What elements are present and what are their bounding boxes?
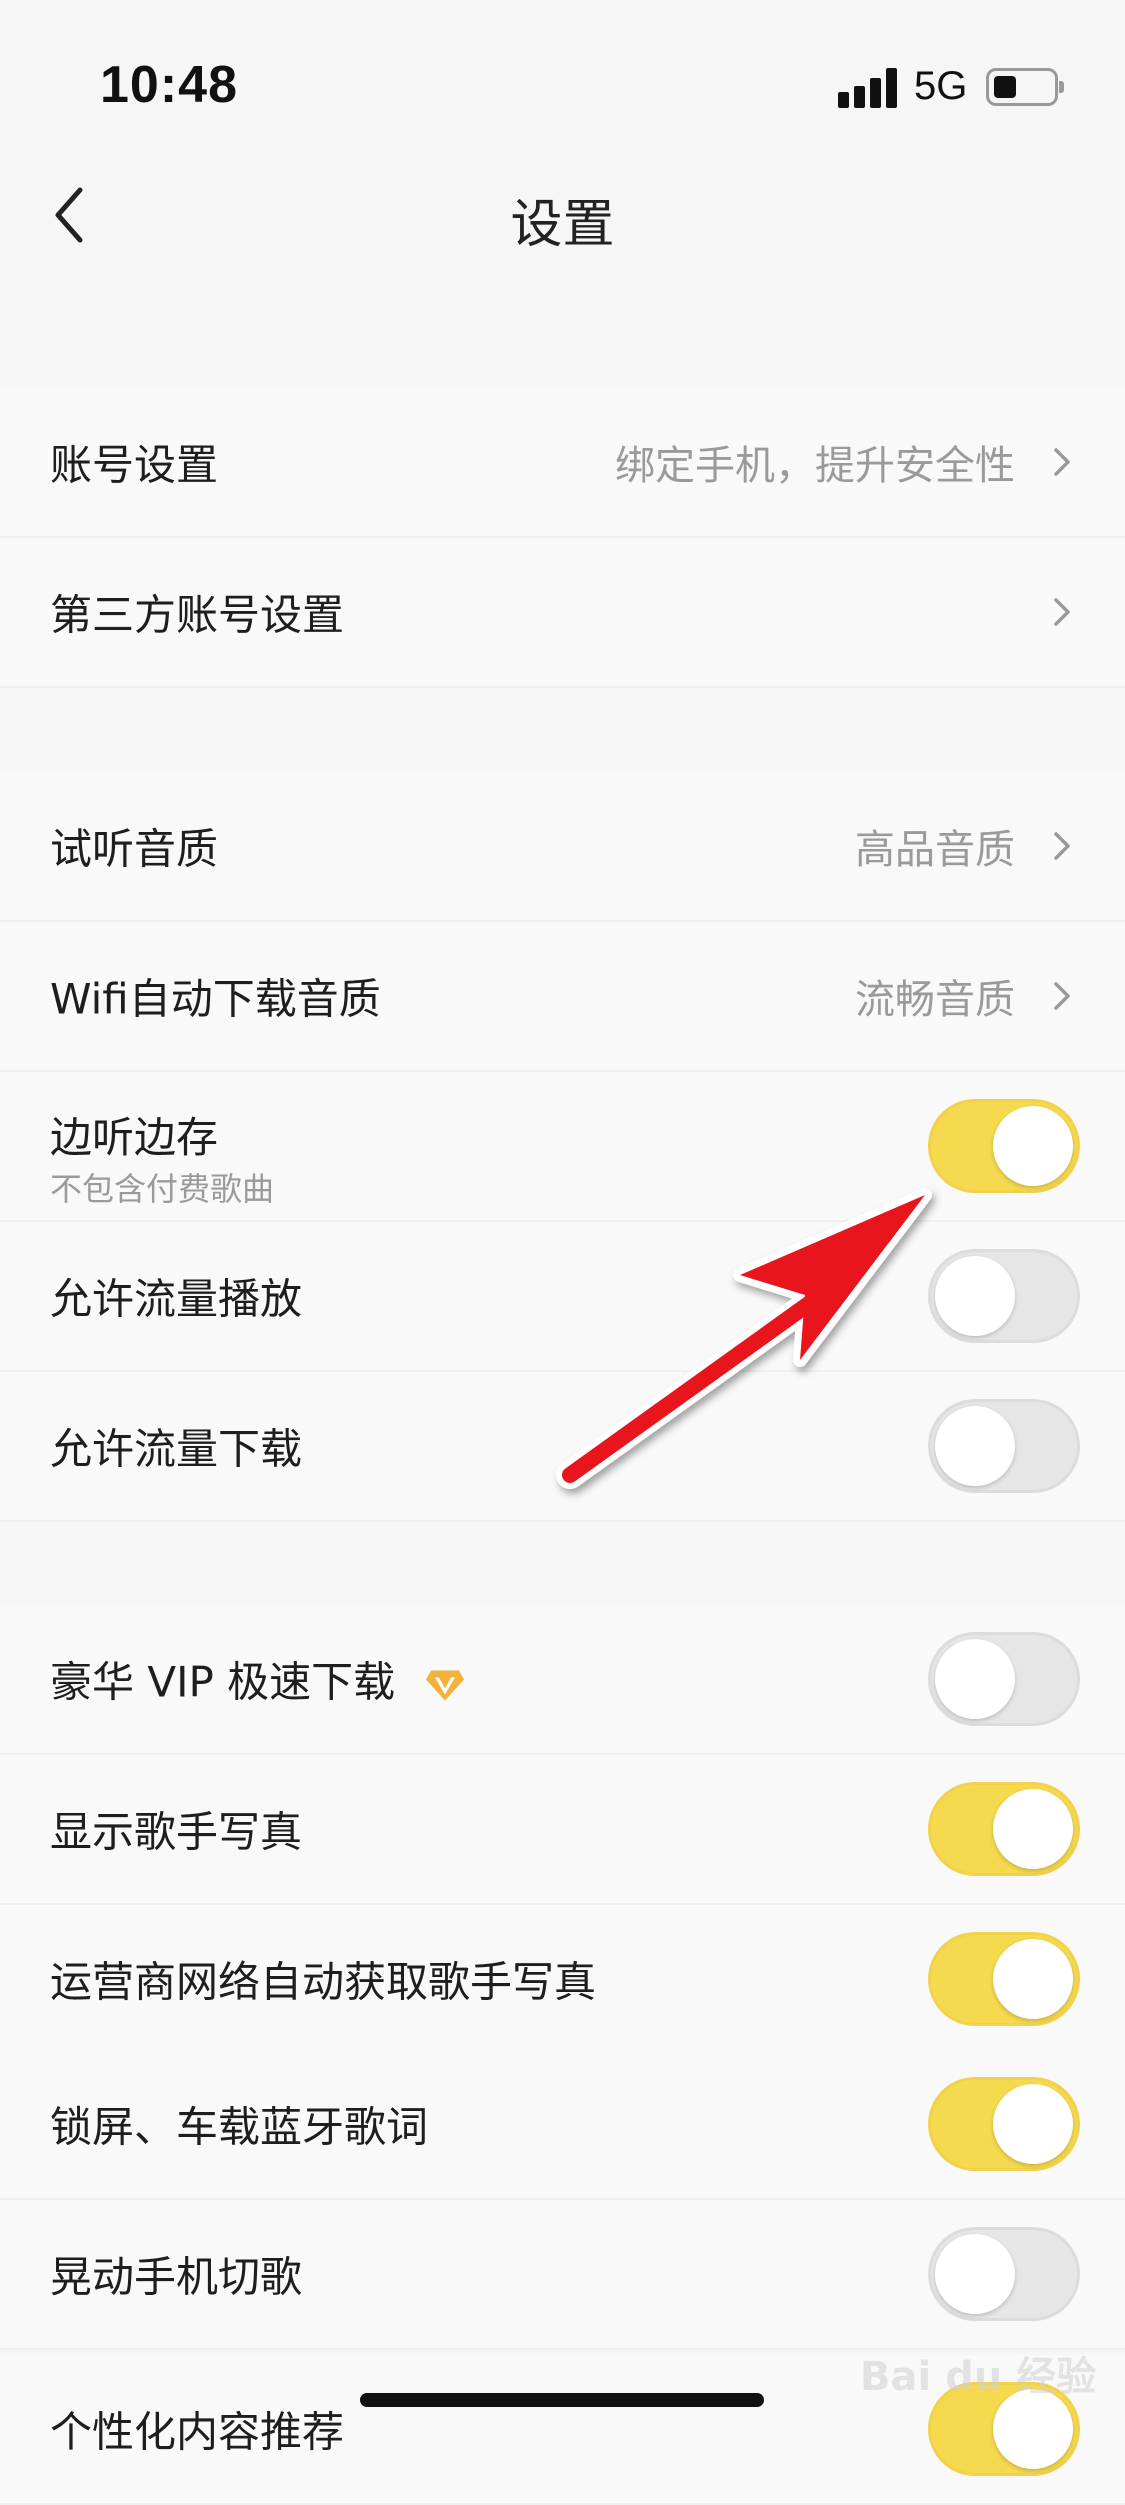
- watermark-text: Bai du 经验: [860, 2354, 1097, 2400]
- status-time: 10:48: [100, 56, 238, 114]
- settings-row-vip-fast-download[interactable]: 豪华 VIP 极速下载: [0, 1605, 1125, 1755]
- toggle-switch[interactable]: [928, 2077, 1080, 2171]
- status-bar: 10:48 5G: [0, 0, 1125, 150]
- toggle-switch[interactable]: [928, 1099, 1080, 1193]
- settings-row-preview-quality[interactable]: 试听音质 高品音质: [0, 772, 1125, 922]
- chevron-right-icon: [1054, 598, 1070, 626]
- row-label: 试听音质: [50, 824, 219, 874]
- toggle-switch[interactable]: [928, 1782, 1080, 1876]
- network-type: 5G: [914, 64, 968, 108]
- row-label: Wifi自动下载音质: [50, 974, 381, 1024]
- toggle-knob: [993, 1106, 1073, 1186]
- settings-row-cache-while-listening[interactable]: 边听边存不包含付费歌曲: [0, 1072, 1125, 1222]
- row-label: 第三方账号设置: [50, 590, 345, 640]
- toggle-switch[interactable]: [928, 1932, 1080, 2026]
- settings-row-account[interactable]: 账号设置 绑定手机，提升安全性: [0, 388, 1125, 538]
- baidu-jingyan-watermark: Bai du 经验: [860, 2320, 1096, 2410]
- toggle-switch[interactable]: [928, 1249, 1080, 1343]
- settings-row-allow-data-play[interactable]: 允许流量播放: [0, 1222, 1125, 1372]
- toggle-knob: [935, 2234, 1015, 2314]
- row-value: 流畅音质: [855, 977, 1015, 1023]
- home-indicator[interactable]: [360, 2393, 764, 2407]
- settings-row-wifi-download-quality[interactable]: Wifi自动下载音质 流畅音质: [0, 922, 1125, 1072]
- chevron-right-icon: [1054, 982, 1070, 1010]
- chevron-right-icon: [1054, 832, 1070, 860]
- row-label: 豪华 VIP 极速下载: [50, 1649, 465, 1710]
- toggle-switch[interactable]: [928, 2227, 1080, 2321]
- toggle-knob: [935, 1639, 1015, 1719]
- toggle-knob: [993, 2084, 1073, 2164]
- row-label: 允许流量下载: [50, 1424, 303, 1474]
- row-label: 运营商网络自动获取歌手写真: [50, 1957, 597, 2007]
- settings-row-third-party[interactable]: 第三方账号设置: [0, 538, 1125, 688]
- battery-icon: [986, 68, 1064, 106]
- settings-row-lockscreen-lyrics[interactable]: 锁屏、车载蓝牙歌词: [0, 2050, 1125, 2200]
- row-label: 允许流量播放: [50, 1274, 303, 1324]
- toggle-knob: [993, 1939, 1073, 2019]
- row-label: 账号设置: [50, 440, 219, 490]
- chevron-right-icon: [1054, 448, 1070, 476]
- settings-row-carrier-artist-photo[interactable]: 运营商网络自动获取歌手写真: [0, 1905, 1125, 2055]
- row-label: 个性化内容推荐: [50, 2407, 345, 2457]
- signal-strength-icon: [838, 66, 900, 108]
- row-label: 显示歌手写真: [50, 1807, 303, 1857]
- toggle-switch[interactable]: [928, 1632, 1080, 1726]
- toggle-knob: [935, 1256, 1015, 1336]
- toggle-knob: [935, 1406, 1015, 1486]
- row-sublabel: 不包含付费歌曲: [50, 1170, 275, 1208]
- settings-row-show-artist-photo[interactable]: 显示歌手写真: [0, 1755, 1125, 1905]
- row-value: 高品音质: [855, 827, 1015, 873]
- toggle-switch[interactable]: [928, 1399, 1080, 1493]
- row-label: 边听边存: [50, 1113, 219, 1162]
- row-label: 晃动手机切歌: [50, 2252, 303, 2302]
- row-label: 锁屏、车载蓝牙歌词: [50, 2102, 429, 2152]
- toggle-knob: [993, 1789, 1073, 1869]
- vip-diamond-icon: [426, 1670, 465, 1700]
- row-value: 绑定手机，提升安全性: [615, 443, 1015, 489]
- settings-row-allow-data-download[interactable]: 允许流量下载: [0, 1372, 1125, 1522]
- page-title: 设置: [510, 195, 615, 255]
- nav-bar: 设置: [0, 150, 1125, 280]
